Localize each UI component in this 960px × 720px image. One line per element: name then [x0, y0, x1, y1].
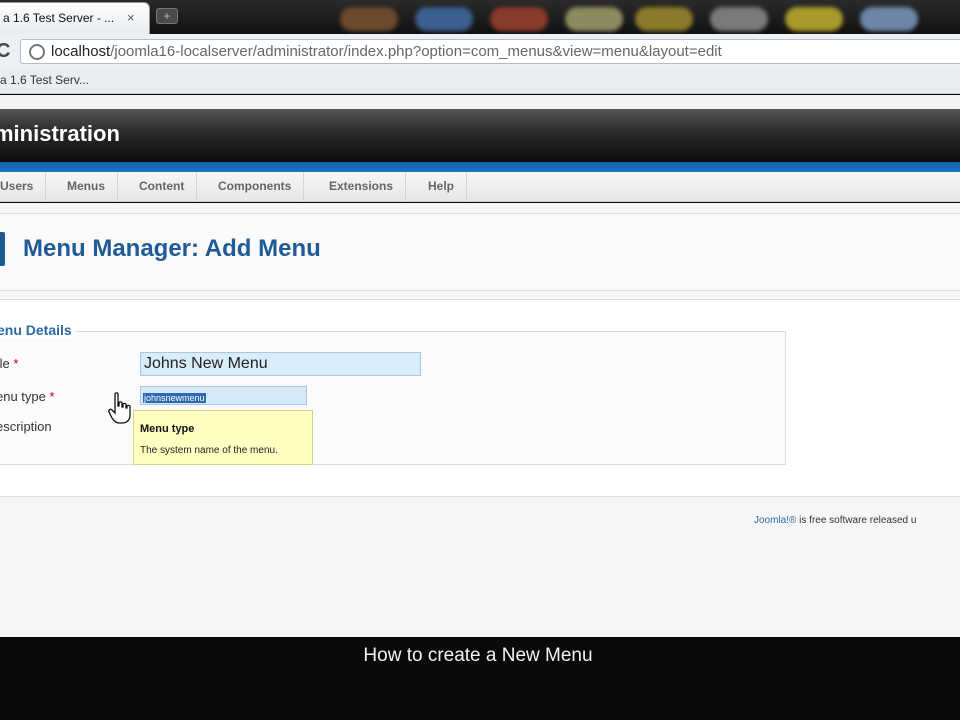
footer-text: Joomla!® is free software released u: [754, 515, 916, 526]
footer-license-text: is free software released u: [796, 515, 917, 526]
address-bar[interactable]: localhost/joomla16-localserver/administr…: [20, 39, 960, 64]
page-title-box: Menu Manager: Add Menu: [0, 213, 960, 291]
url-host: localhost: [51, 43, 111, 60]
selected-text: johnsnewmenu: [143, 393, 206, 403]
title-input[interactable]: Johns New Menu: [140, 352, 421, 376]
menu-item-extensions[interactable]: Extensions: [317, 172, 407, 201]
admin-title: ministration: [0, 121, 120, 146]
admin-header: ministration: [0, 109, 960, 162]
fieldset-legend: enu Details: [0, 322, 75, 338]
menu-type-label: enu type *: [0, 389, 55, 404]
menu-manager-icon: [0, 232, 5, 266]
video-frame: a 1.6 Test Server - ... × + C localhost/…: [0, 0, 960, 720]
browser-tab[interactable]: a 1.6 Test Server - ... ×: [0, 2, 150, 34]
menu-item-help[interactable]: Help: [416, 172, 468, 201]
new-tab-button[interactable]: +: [156, 8, 178, 24]
menu-type-label-text: enu type: [0, 389, 46, 404]
joomla-link[interactable]: Joomla!®: [754, 515, 796, 526]
url-text: localhost/joomla16-localserver/administr…: [51, 43, 722, 60]
description-label: escription: [0, 419, 52, 434]
page-info-icon[interactable]: [29, 44, 45, 60]
bookmarks-bar: a 1.6 Test Serv...: [0, 68, 960, 94]
menu-type-tooltip: Menu type The system name of the menu.: [133, 410, 313, 465]
tooltip-text: The system name of the menu.: [140, 445, 278, 456]
form-area: enu Details tle * Johns New Menu enu typ…: [0, 299, 960, 497]
url-path: /joomla16-localserver/administrator/inde…: [110, 43, 722, 60]
tab-title: a 1.6 Test Server - ...: [3, 11, 115, 25]
tab-close-icon[interactable]: ×: [127, 10, 135, 25]
page-top-gap: [0, 95, 960, 109]
required-mark: *: [49, 389, 55, 404]
title-label-text: tle: [0, 356, 10, 371]
browser-toolbar: C localhost/joomla16-localserver/adminis…: [0, 34, 960, 68]
admin-menubar: Users Menus Content Components Extension…: [0, 172, 960, 202]
bookmark-item[interactable]: a 1.6 Test Serv...: [0, 73, 89, 87]
menu-item-content[interactable]: Content: [127, 172, 198, 201]
menu-item-components[interactable]: Components: [206, 172, 305, 201]
reload-icon[interactable]: C: [0, 40, 10, 63]
required-mark: *: [13, 356, 19, 371]
menu-item-menus[interactable]: Menus: [55, 172, 119, 201]
blurred-taskbar-icons: [330, 4, 960, 32]
tooltip-title: Menu type: [140, 423, 195, 435]
header-accent-strip: [0, 162, 960, 172]
hand-cursor-icon: [108, 392, 131, 424]
menu-type-input[interactable]: johnsnewmenu: [140, 386, 307, 405]
title-label: tle *: [0, 356, 18, 371]
video-caption-bar: How to create a New Menu: [0, 637, 960, 720]
video-caption: How to create a New Menu: [363, 645, 593, 666]
menu-item-users[interactable]: Users: [0, 172, 47, 201]
browser-tabstrip: a 1.6 Test Server - ... × +: [0, 0, 960, 34]
page-title: Menu Manager: Add Menu: [23, 235, 321, 262]
